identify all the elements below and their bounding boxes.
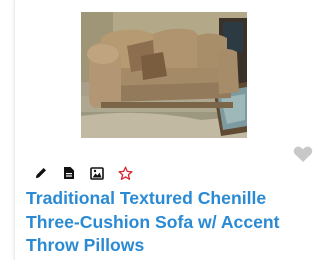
star-icon[interactable] <box>111 162 139 184</box>
image-icon[interactable] <box>83 162 111 184</box>
heart-icon[interactable] <box>293 145 313 163</box>
listing-actions <box>27 162 139 184</box>
pencil-icon[interactable] <box>27 162 55 184</box>
listing-card: Traditional Textured Chenille Three-Cush… <box>14 0 325 260</box>
listing-photo[interactable] <box>81 12 247 138</box>
document-icon[interactable] <box>55 162 83 184</box>
listing-title[interactable]: Traditional Textured Chenille Three-Cush… <box>26 187 321 258</box>
